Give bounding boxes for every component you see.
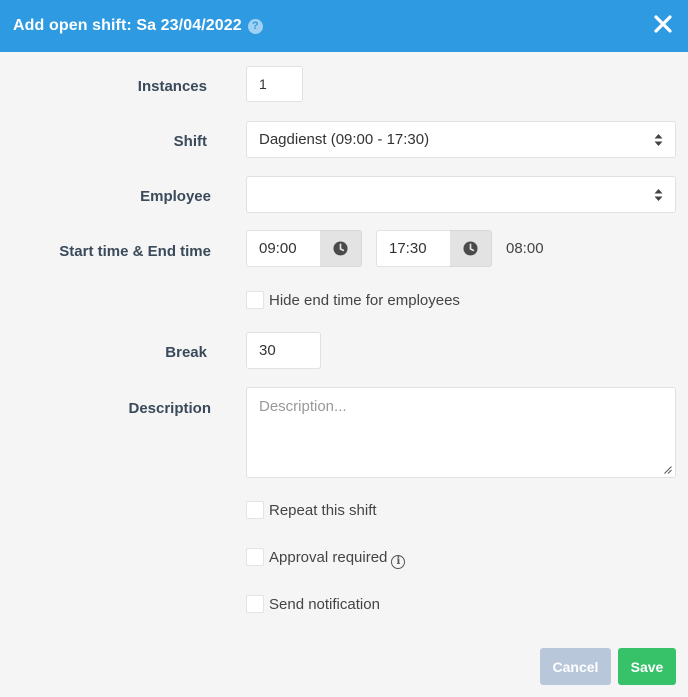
shift-selected-value: Dagdienst (09:00 - 17:30) [259, 131, 430, 148]
start-time-value: 09:00 [259, 240, 297, 257]
help-icon[interactable]: ? [247, 18, 263, 34]
instances-value: 1 [259, 76, 267, 92]
start-time-clock-button[interactable] [320, 230, 362, 267]
add-open-shift-modal: Add open shift: Sa 23/04/2022 ? Instance… [0, 0, 688, 697]
end-time-clock-button[interactable] [450, 230, 492, 267]
cancel-button[interactable]: Cancel [540, 648, 611, 685]
repeat-shift-label[interactable]: Repeat this shift [269, 502, 377, 519]
employee-label: Employee [140, 188, 211, 205]
select-arrows-icon [654, 133, 663, 146]
description-label: Description [128, 400, 211, 417]
info-icon[interactable]: i [391, 554, 406, 569]
shift-duration: 08:00 [506, 240, 544, 257]
modal-header: Add open shift: Sa 23/04/2022 ? [0, 0, 688, 52]
shift-select[interactable]: Dagdienst (09:00 - 17:30) [246, 121, 676, 158]
approval-required-row: Approval required i [269, 549, 406, 569]
save-button[interactable]: Save [618, 648, 676, 685]
modal-title: Add open shift: Sa 23/04/2022 [13, 17, 242, 34]
approval-required-checkbox[interactable] [246, 548, 264, 566]
send-notification-checkbox[interactable] [246, 595, 264, 613]
clock-icon [333, 241, 348, 256]
hide-end-time-checkbox[interactable] [246, 291, 264, 309]
resize-grip-icon[interactable] [664, 466, 672, 474]
start-time-input[interactable]: 09:00 [246, 230, 321, 267]
close-icon[interactable] [652, 13, 674, 35]
break-value: 30 [259, 342, 276, 359]
break-label: Break [165, 344, 207, 361]
shift-label: Shift [173, 133, 207, 150]
instances-input[interactable]: 1 [246, 66, 303, 102]
end-time-input[interactable]: 17:30 [376, 230, 451, 267]
employee-select[interactable] [246, 176, 676, 213]
approval-required-label[interactable]: Approval required [269, 549, 387, 566]
break-input[interactable]: 30 [246, 332, 321, 369]
instances-label: Instances [137, 78, 207, 95]
select-arrows-icon [654, 188, 663, 201]
description-placeholder: Description... [259, 398, 347, 415]
time-label: Start time & End time [59, 243, 211, 260]
send-notification-label[interactable]: Send notification [269, 596, 380, 613]
end-time-value: 17:30 [389, 240, 427, 257]
repeat-shift-checkbox[interactable] [246, 501, 264, 519]
clock-icon [463, 241, 478, 256]
hide-end-time-label[interactable]: Hide end time for employees [269, 292, 460, 309]
description-textarea[interactable]: Description... [246, 387, 676, 478]
